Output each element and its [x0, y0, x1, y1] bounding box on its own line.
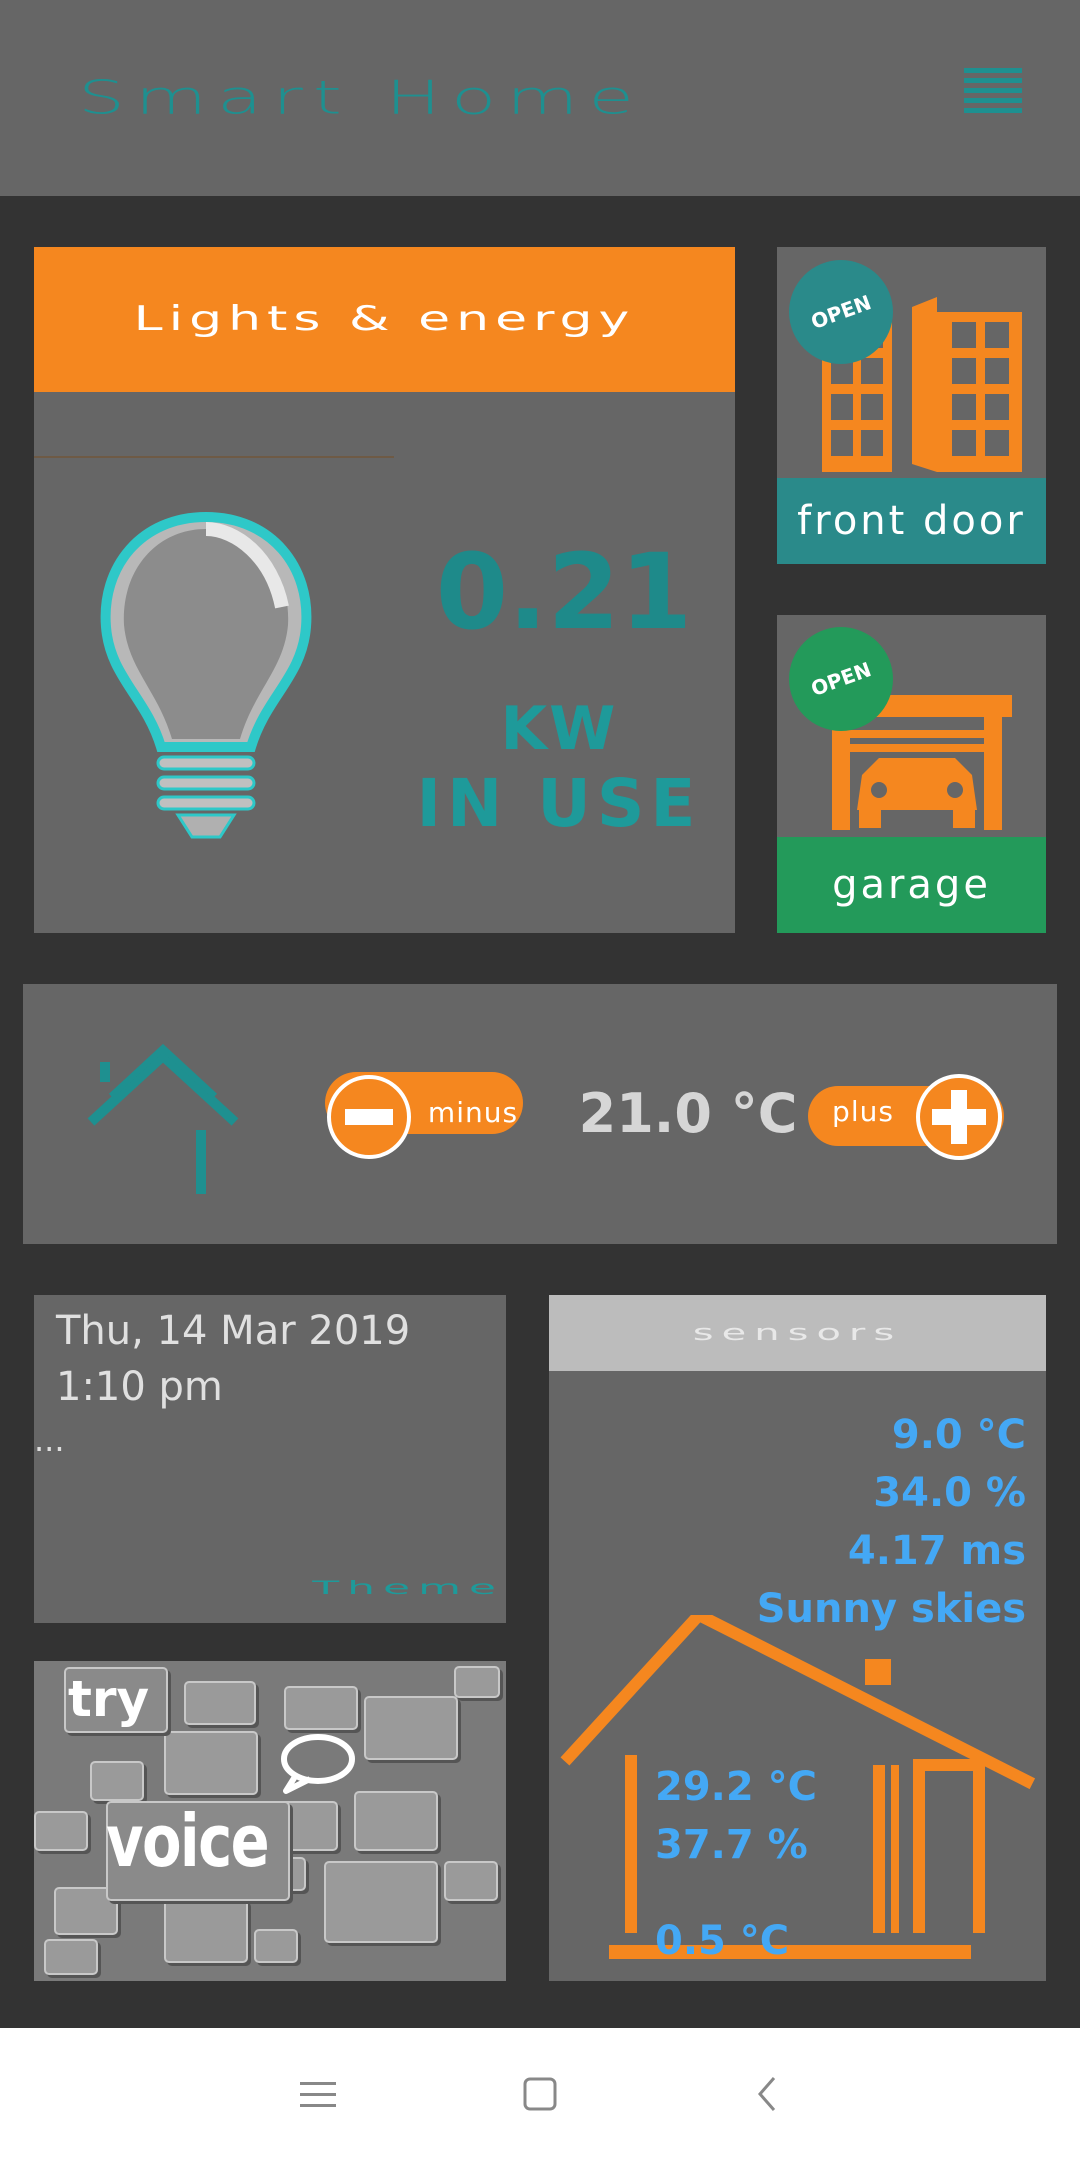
- front-door-label: front door: [777, 478, 1046, 564]
- outdoor-temperature: 9.0 °C: [891, 1412, 1026, 1458]
- theme-button[interactable]: Theme: [164, 1577, 504, 1599]
- floor-temperature: 0.5 °C: [655, 1918, 790, 1964]
- more-text: ...: [34, 1421, 65, 1459]
- plus-label[interactable]: plus: [813, 1087, 913, 1137]
- plus-icon[interactable]: [914, 1072, 1004, 1162]
- indoor-temperature: 29.2 °C: [655, 1764, 817, 1810]
- lights-energy-header: Lights & energy: [34, 247, 735, 392]
- wind-speed: 4.17 ms: [847, 1528, 1026, 1574]
- lights-energy-title: Lights & energy: [133, 299, 636, 339]
- indoor-humidity: 37.7 %: [655, 1822, 808, 1868]
- thermostat-card: minus 21.0 °C plus: [23, 984, 1057, 1244]
- decorative-cube: [34, 1811, 88, 1851]
- lights-energy-card[interactable]: Lights & energy 0.21 KW IN USE: [34, 247, 735, 933]
- decorative-cube: [164, 1899, 248, 1963]
- sensors-card[interactable]: sensors 9.0 °C 34.0 % 4.17 ms Sunny skie…: [549, 1295, 1046, 1981]
- decorative-cube: [354, 1791, 438, 1851]
- speech-bubble-icon: [281, 1734, 355, 1794]
- energy-value: 0.21: [435, 531, 693, 653]
- open-sign-icon: OPEN: [789, 260, 893, 364]
- voice-card[interactable]: try voice: [34, 1661, 506, 1981]
- outdoor-humidity: 34.0 %: [873, 1470, 1026, 1516]
- app-title: Smart Home: [78, 71, 644, 125]
- minus-icon[interactable]: [325, 1073, 413, 1161]
- set-temperature: 21.0 °C: [578, 1082, 798, 1145]
- decorative-cube: [454, 1666, 500, 1698]
- lightbulb-icon: [100, 511, 312, 839]
- decorative-cube: [444, 1861, 498, 1901]
- hamburger-menu-icon[interactable]: [964, 68, 1022, 122]
- decorative-cube: [364, 1696, 458, 1760]
- energy-status: IN USE: [416, 765, 702, 842]
- system-nav-bar: [0, 2028, 1080, 2160]
- try-label: try: [68, 1670, 150, 1728]
- datetime-card[interactable]: Thu, 14 Mar 2019 1:10 pm ... Theme: [34, 1295, 506, 1623]
- decorative-cube: [90, 1761, 144, 1801]
- garage-tile[interactable]: OPEN garage: [777, 615, 1046, 933]
- front-door-tile[interactable]: OPEN front door: [777, 247, 1046, 564]
- voice-label: voice: [106, 1799, 270, 1883]
- open-sign-icon: OPEN: [789, 627, 893, 731]
- decorative-cube: [164, 1731, 258, 1795]
- recent-apps-icon[interactable]: [288, 2064, 348, 2124]
- home-outline-icon: [87, 1043, 239, 1194]
- decorative-cube: [254, 1929, 298, 1963]
- divider: [34, 456, 394, 458]
- sensors-header: sensors: [549, 1295, 1046, 1371]
- time-text: 1:10 pm: [56, 1364, 223, 1410]
- app-header: Smart Home: [0, 0, 1080, 196]
- home-square-icon[interactable]: [510, 2064, 570, 2124]
- decorative-cube: [44, 1939, 98, 1975]
- sensors-title: sensors: [692, 1320, 903, 1346]
- decorative-cube: [324, 1861, 438, 1943]
- garage-label: garage: [777, 837, 1046, 933]
- decorative-cube: [284, 1686, 358, 1730]
- minus-label[interactable]: minus: [418, 1088, 528, 1138]
- energy-unit: KW: [500, 694, 618, 764]
- decorative-cube: [184, 1681, 256, 1725]
- back-chevron-icon[interactable]: [738, 2064, 798, 2124]
- date-text: Thu, 14 Mar 2019: [56, 1308, 411, 1354]
